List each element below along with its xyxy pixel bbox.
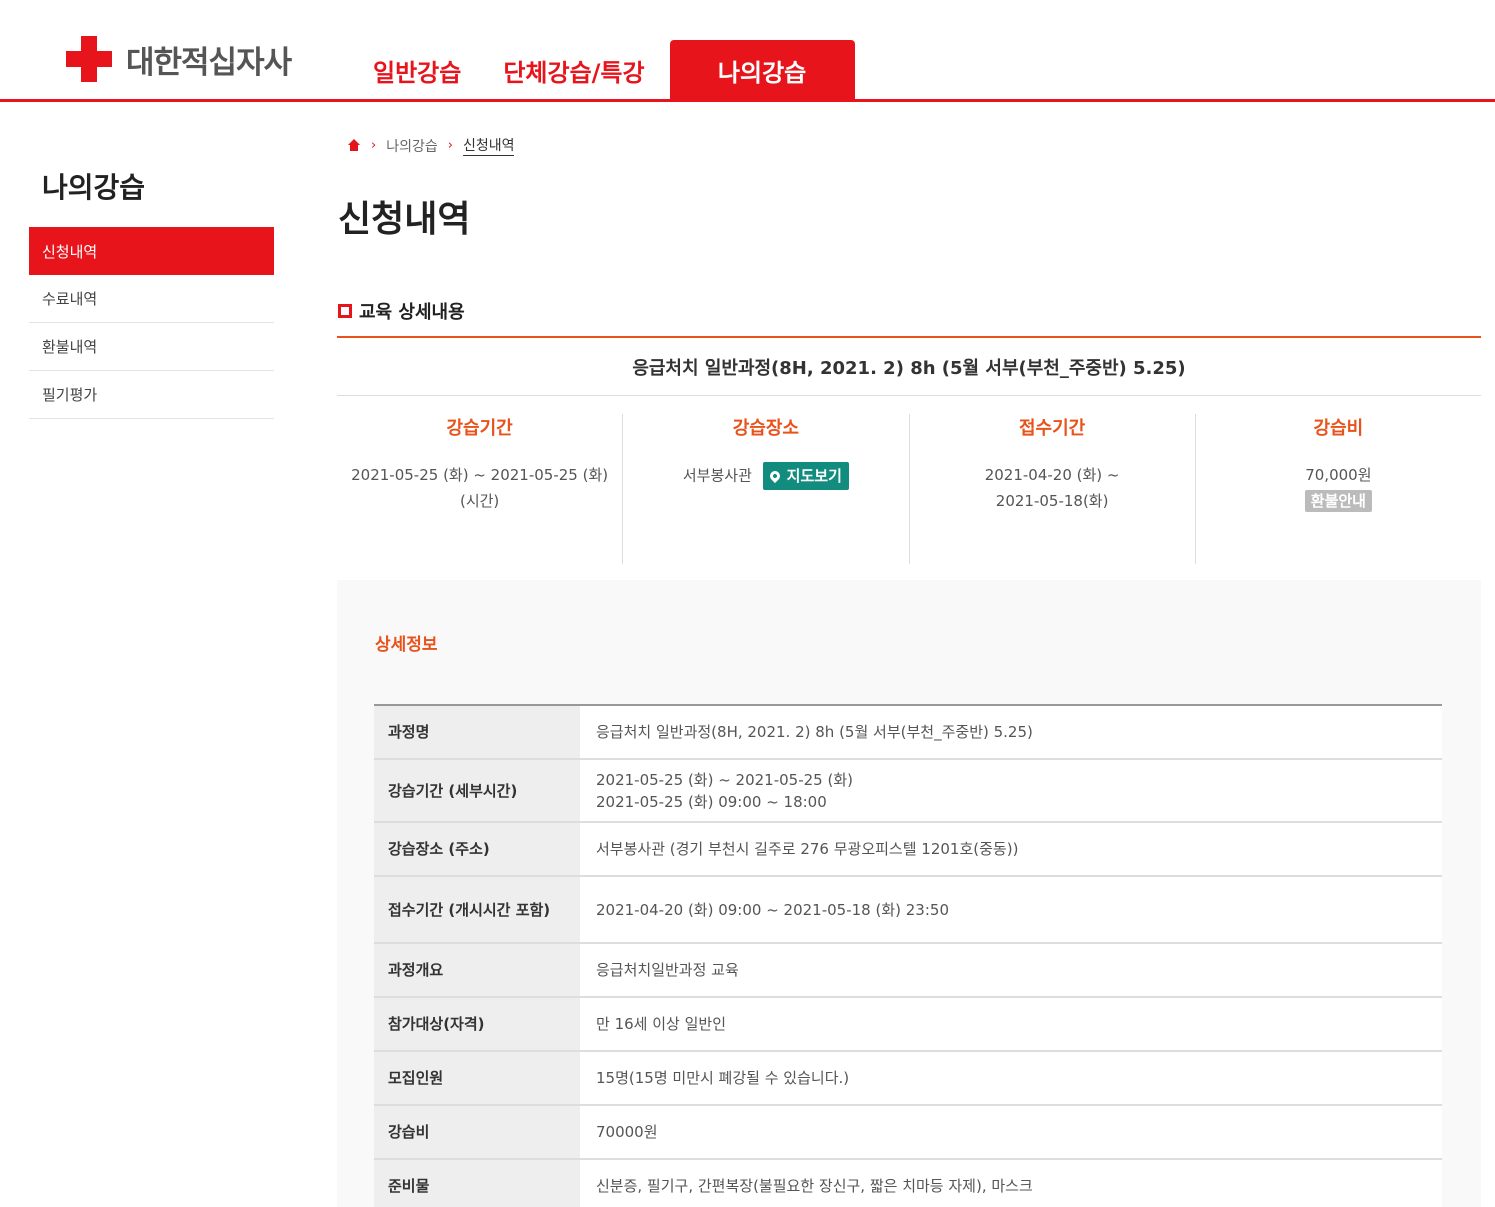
info-fee: 강습비 70,000원 환불안내	[1196, 414, 1481, 564]
table-row: 참가대상(자격) 만 16세 이상 일반인	[374, 997, 1442, 1052]
row-value: 15명(15명 미만시 폐강될 수 있습니다.)	[580, 1051, 1442, 1106]
info-period-line2: (시간)	[459, 492, 500, 510]
course-info-grid: 강습기간 2021-05-25 (화) ~ 2021-05-25 (화) (시간…	[337, 396, 1481, 581]
breadcrumb: › 나의강습 › 신청내역	[347, 135, 515, 156]
red-cross-icon	[66, 36, 112, 82]
nav-general-course[interactable]: 일반강습	[352, 40, 482, 100]
chevron-right-icon: ›	[371, 138, 377, 153]
course-title: 응급처치 일반과정(8H, 2021. 2) 8h (5월 서부(부천_주중반)…	[337, 338, 1481, 396]
brand-name: 대한적십자사	[126, 44, 292, 81]
section-heading: 교육 상세내용	[338, 298, 465, 324]
info-fee-value: 70,000원	[1305, 466, 1372, 484]
table-row: 강습기간 (세부시간) 2021-05-25 (화) ~ 2021-05-25 …	[374, 759, 1442, 823]
info-place-value-row: 서부봉사관 지도보기	[623, 462, 908, 490]
table-row: 모집인원 15명(15명 미만시 폐강될 수 있습니다.)	[374, 1051, 1442, 1106]
table-row: 강습비 70000원	[374, 1105, 1442, 1160]
table-row: 접수기간 (개시시간 포함) 2021-04-20 (화) 09:00 ~ 20…	[374, 876, 1442, 944]
row-label: 강습기간 (세부시간)	[374, 759, 580, 823]
row-label: 준비물	[374, 1159, 580, 1207]
table-row: 준비물 신분증, 필기구, 간편복장(불필요한 장신구, 짧은 치마등 자제),…	[374, 1159, 1442, 1207]
info-place: 강습장소 서부봉사관 지도보기	[623, 414, 910, 564]
home-icon[interactable]	[347, 139, 361, 152]
sidebar-item-written-test[interactable]: 필기평가	[29, 371, 274, 419]
info-place-label: 강습장소	[732, 418, 799, 439]
row-value: 신분증, 필기구, 간편복장(불필요한 장신구, 짧은 치마등 자제), 마스크	[580, 1159, 1442, 1207]
row-value: 서부봉사관 (경기 부천시 길주로 276 무광오피스텔 1201호(중동))	[580, 822, 1442, 877]
table-row: 과정개요 응급처치일반과정 교육	[374, 943, 1442, 998]
row-value-line2: 2021-05-25 (화) 09:00 ~ 18:00	[596, 792, 827, 811]
detail-table: 과정명 응급처치 일반과정(8H, 2021. 2) 8h (5월 서부(부천_…	[374, 704, 1442, 1207]
row-label: 과정개요	[374, 943, 580, 998]
info-period-label: 강습기간	[446, 418, 513, 439]
info-place-value: 서부봉사관	[682, 466, 752, 485]
detail-panel: 상세정보 과정명 응급처치 일반과정(8H, 2021. 2) 8h (5월 서…	[337, 580, 1481, 1207]
refund-info-button[interactable]: 환불안내	[1304, 490, 1372, 512]
row-value: 만 16세 이상 일반인	[580, 997, 1442, 1052]
info-period-line1: 2021-05-25 (화) ~ 2021-05-25 (화)	[351, 466, 609, 484]
brand-logo[interactable]: 대한적십자사	[66, 36, 292, 82]
info-fee-label: 강습비	[1313, 418, 1364, 439]
row-label: 강습장소 (주소)	[374, 822, 580, 877]
row-label: 참가대상(자격)	[374, 997, 580, 1052]
square-bullet-icon	[338, 304, 352, 318]
row-value: 응급처치일반과정 교육	[580, 943, 1442, 998]
breadcrumb-level1[interactable]: 나의강습	[386, 136, 438, 156]
detail-title: 상세정보	[375, 635, 438, 655]
nav-my-course[interactable]: 나의강습	[669, 40, 855, 100]
row-value-line1: 2021-05-25 (화) ~ 2021-05-25 (화)	[596, 770, 853, 789]
row-label: 접수기간 (개시시간 포함)	[374, 876, 580, 944]
breadcrumb-current[interactable]: 신청내역	[462, 135, 515, 156]
info-period: 강습기간 2021-05-25 (화) ~ 2021-05-25 (화) (시간…	[337, 414, 624, 564]
info-reception-line1: 2021-04-20 (화) ~	[984, 466, 1120, 484]
row-value: 2021-04-20 (화) 09:00 ~ 2021-05-18 (화) 23…	[580, 876, 1442, 944]
row-value: 응급처치 일반과정(8H, 2021. 2) 8h (5월 서부(부천_주중반)…	[580, 705, 1442, 760]
site-header: 대한적십자사 일반강습 단체강습/특강 나의강습	[0, 0, 1495, 102]
row-label: 강습비	[374, 1105, 580, 1160]
info-reception-label: 접수기간	[1019, 418, 1086, 439]
table-row: 강습장소 (주소) 서부봉사관 (경기 부천시 길주로 276 무광오피스텔 1…	[374, 822, 1442, 877]
map-view-button[interactable]: 지도보기	[762, 462, 849, 490]
row-value: 2021-05-25 (화) ~ 2021-05-25 (화) 2021-05-…	[580, 759, 1442, 823]
sidebar-item-applications[interactable]: 신청내역	[29, 227, 274, 275]
sidebar-menu: 신청내역 수료내역 환불내역 필기평가	[29, 227, 274, 419]
main-nav: 일반강습 단체강습/특강 나의강습	[352, 40, 855, 100]
course-summary: 응급처치 일반과정(8H, 2021. 2) 8h (5월 서부(부천_주중반)…	[337, 336, 1481, 581]
sidebar-item-refunds[interactable]: 환불내역	[29, 323, 274, 371]
map-view-label: 지도보기	[786, 467, 842, 485]
map-pin-icon	[767, 468, 782, 484]
chevron-right-icon: ›	[447, 138, 453, 153]
sidebar-title: 나의강습	[42, 171, 146, 204]
page-title: 신청내역	[338, 199, 471, 240]
sidebar-item-completions[interactable]: 수료내역	[29, 275, 274, 323]
section-title-text: 교육 상세내용	[359, 302, 465, 323]
info-reception-line2: 2021-05-18(화)	[995, 492, 1109, 510]
row-value: 70000원	[580, 1105, 1442, 1160]
info-fee-refund-row: 환불안내	[1196, 488, 1481, 514]
nav-group-course[interactable]: 단체강습/특강	[482, 40, 665, 100]
info-reception: 접수기간 2021-04-20 (화) ~ 2021-05-18(화)	[910, 414, 1196, 564]
table-row: 과정명 응급처치 일반과정(8H, 2021. 2) 8h (5월 서부(부천_…	[374, 705, 1442, 760]
row-label: 과정명	[374, 705, 580, 760]
row-label: 모집인원	[374, 1051, 580, 1106]
